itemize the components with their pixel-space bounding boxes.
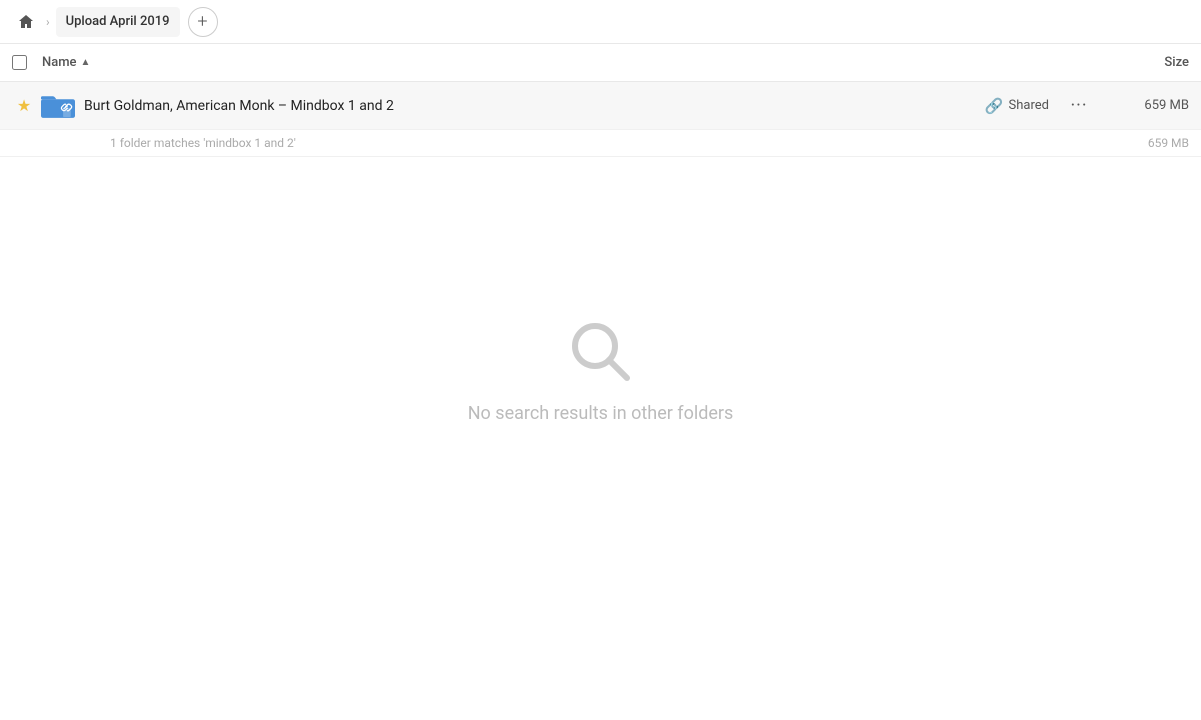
breadcrumb-separator: › <box>46 15 50 29</box>
current-folder-label: Upload April 2019 <box>66 14 170 29</box>
file-name-label: Burt Goldman, American Monk – Mindbox 1 … <box>84 98 985 114</box>
more-icon: ··· <box>1070 97 1087 115</box>
folder-icon <box>40 88 76 124</box>
file-size-label: 659 MB <box>1109 98 1189 113</box>
shared-badge: 🔗 Shared <box>985 97 1049 115</box>
breadcrumb-bar: › Upload April 2019 + <box>0 0 1201 44</box>
empty-state: No search results in other folders <box>0 317 1201 424</box>
more-options-button[interactable]: ··· <box>1065 92 1093 120</box>
select-all-checkbox-cell[interactable] <box>12 55 42 70</box>
match-info-size-text: 659 MB <box>1148 136 1189 150</box>
match-info-label: 1 folder matches 'mindbox 1 and 2' <box>110 136 296 150</box>
add-button[interactable]: + <box>188 7 218 37</box>
column-header-row: Name ▲ Size <box>0 44 1201 82</box>
folder-name-text: Burt Goldman, American Monk – Mindbox 1 … <box>84 98 394 114</box>
file-list-item[interactable]: ★ Burt Goldman, American Monk – Mindbox … <box>0 82 1201 130</box>
match-info-size: 659 MB <box>1109 136 1189 150</box>
name-column-header[interactable]: Name ▲ <box>42 55 1089 70</box>
star-icon: ★ <box>17 96 31 115</box>
star-button[interactable]: ★ <box>12 96 36 115</box>
empty-state-text: No search results in other folders <box>468 403 734 424</box>
name-column-label: Name <box>42 55 77 70</box>
file-size-text: 659 MB <box>1144 98 1189 113</box>
link-icon: 🔗 <box>985 97 1004 115</box>
empty-state-message: No search results in other folders <box>468 403 734 424</box>
home-breadcrumb[interactable] <box>12 8 40 36</box>
current-folder-breadcrumb[interactable]: Upload April 2019 <box>56 7 180 37</box>
size-column-label: Size <box>1164 55 1189 70</box>
add-icon: + <box>197 11 207 32</box>
select-all-checkbox[interactable] <box>12 55 27 70</box>
size-column-header: Size <box>1089 55 1189 70</box>
sort-arrow-icon: ▲ <box>81 57 91 68</box>
match-info-row: 1 folder matches 'mindbox 1 and 2' 659 M… <box>0 130 1201 157</box>
empty-search-icon <box>566 317 636 387</box>
match-info-text: 1 folder matches 'mindbox 1 and 2' <box>110 136 1109 150</box>
shared-label-text: Shared <box>1009 98 1049 113</box>
